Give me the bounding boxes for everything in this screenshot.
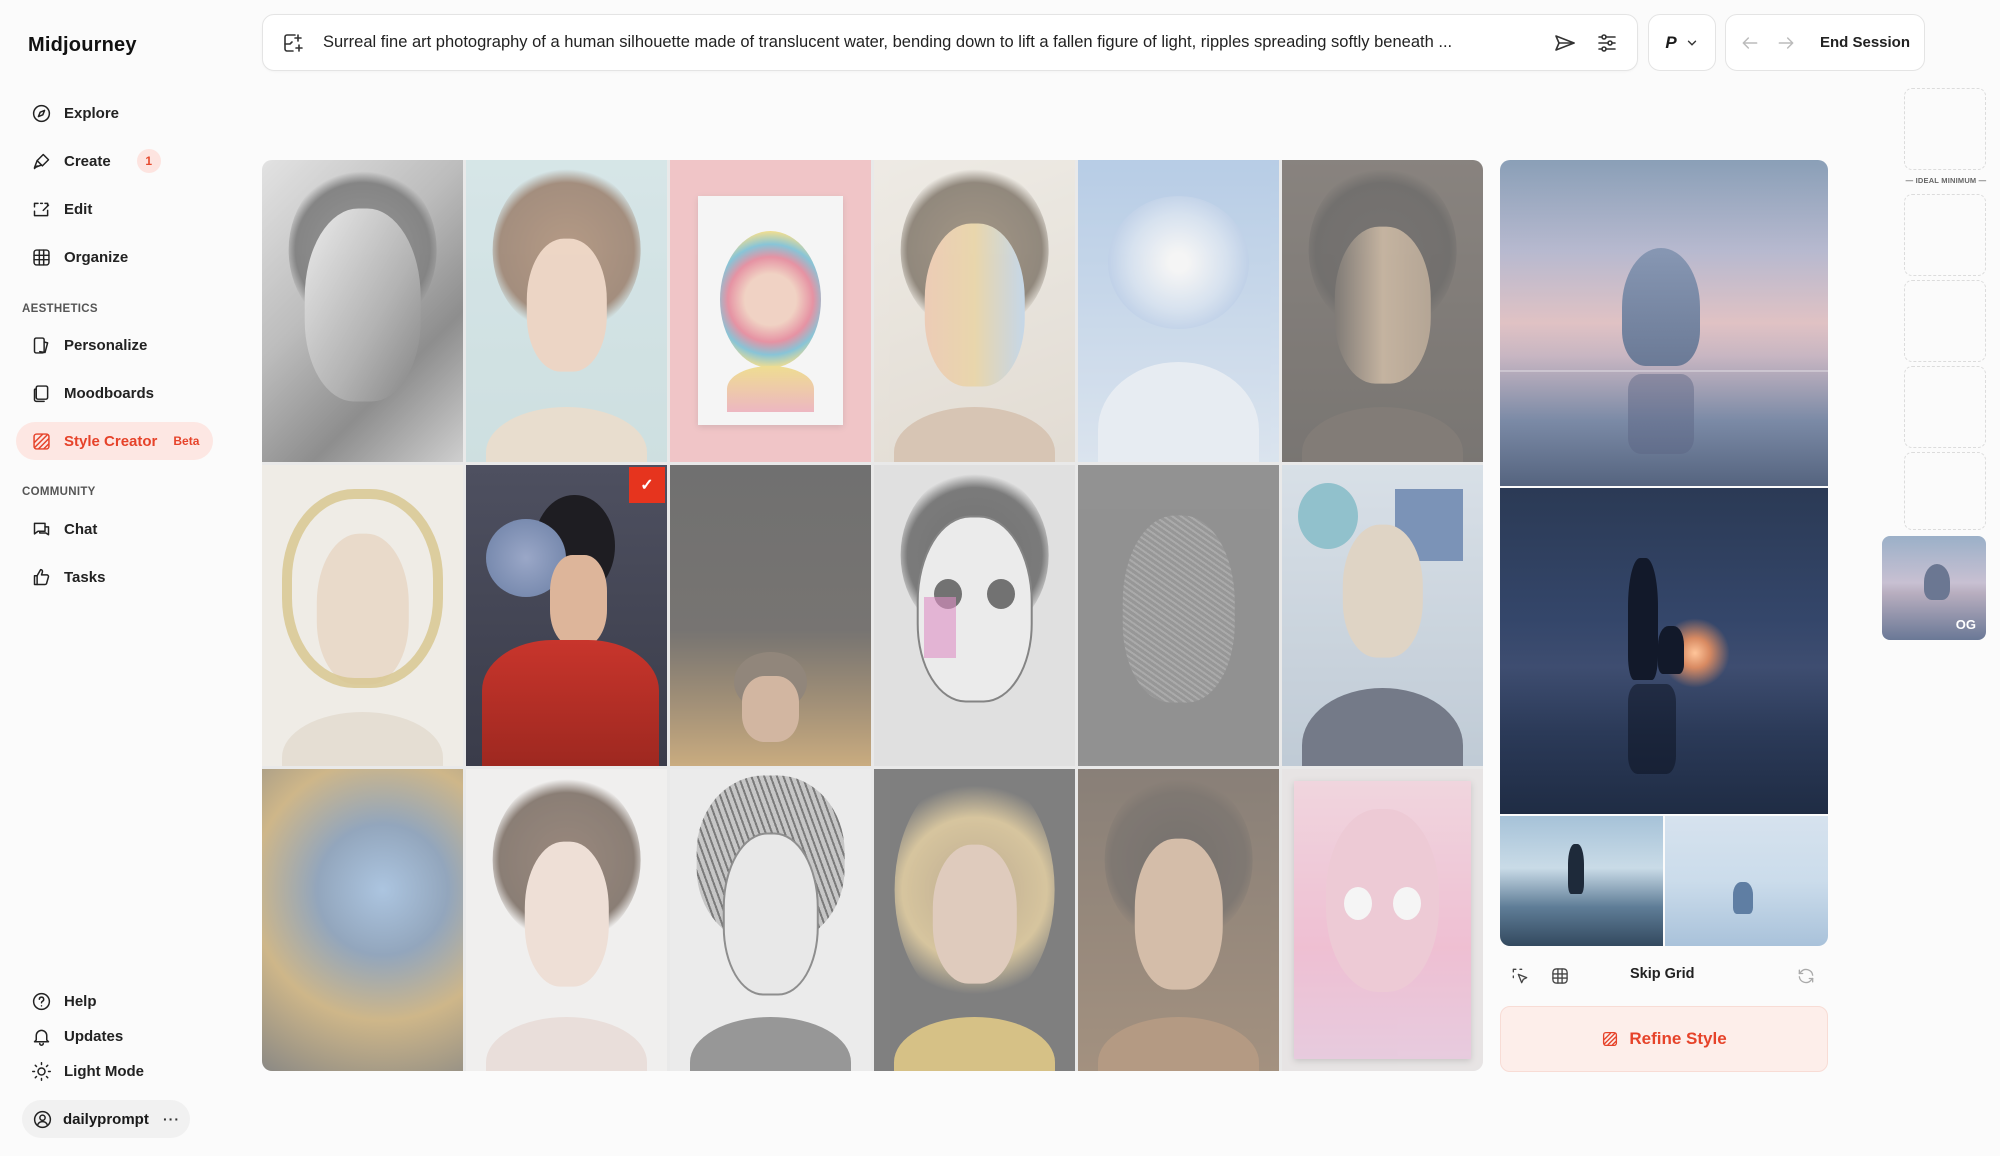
end-session-button[interactable]: End Session bbox=[1820, 34, 1910, 51]
sun-icon bbox=[30, 1060, 52, 1082]
refresh-icon[interactable] bbox=[1796, 966, 1816, 986]
sidebar-item-create[interactable]: Create 1 bbox=[16, 142, 175, 180]
sidebar-item-label: Help bbox=[64, 992, 97, 1010]
empty-slot[interactable] bbox=[1904, 280, 1986, 362]
grid-image[interactable] bbox=[262, 464, 463, 767]
sidebar-item-label: Organize bbox=[64, 248, 129, 266]
grid-image[interactable] bbox=[1078, 160, 1279, 462]
sidebar-item-explore[interactable]: Explore bbox=[16, 94, 133, 132]
selected-check-icon: ✓ bbox=[629, 466, 665, 503]
preview-image-second[interactable] bbox=[1500, 488, 1828, 814]
image-prompt-icon[interactable] bbox=[281, 31, 305, 55]
grid-image[interactable] bbox=[874, 769, 1075, 1071]
empty-slot[interactable] bbox=[1904, 366, 1986, 448]
sidebar-item-label: Updates bbox=[64, 1027, 124, 1045]
preview-image-third[interactable] bbox=[1500, 816, 1663, 946]
moodboard-icon bbox=[30, 382, 52, 404]
grid-icon bbox=[30, 246, 52, 268]
refine-style-button[interactable]: Refine Style bbox=[1500, 1006, 1828, 1072]
user-avatar-icon bbox=[32, 1109, 53, 1130]
sidebar-item-light-mode[interactable]: Light Mode bbox=[16, 1052, 158, 1090]
sidebar-item-label: Chat bbox=[64, 520, 98, 538]
edit-icon bbox=[30, 198, 52, 220]
style-icon bbox=[1601, 1030, 1619, 1048]
select-cursor-icon[interactable] bbox=[1510, 966, 1530, 986]
ideal-minimum-label: — IDEAL MINIMUM — bbox=[1905, 176, 1987, 185]
empty-slot[interactable] bbox=[1904, 194, 1986, 276]
sidebar-item-help[interactable]: Help bbox=[16, 982, 111, 1020]
personalization-label: P bbox=[1665, 32, 1677, 52]
aesthetics-section-label: AESTHETICS bbox=[22, 303, 98, 315]
sidebar-item-label: Create bbox=[64, 152, 111, 170]
personalize-icon bbox=[30, 334, 52, 356]
og-thumbnail[interactable]: OG bbox=[1882, 536, 1986, 640]
grid-image[interactable] bbox=[1282, 464, 1483, 767]
sidebar-item-label: Tasks bbox=[64, 568, 106, 586]
app-logo[interactable]: Midjourney bbox=[28, 34, 137, 57]
empty-slot[interactable] bbox=[1904, 88, 1986, 170]
grid-image[interactable] bbox=[466, 160, 667, 462]
more-options-button[interactable]: ··· bbox=[163, 1111, 180, 1127]
compass-icon bbox=[30, 102, 52, 124]
sidebar-item-moodboards[interactable]: Moodboards bbox=[16, 374, 168, 412]
chevron-down-icon bbox=[1685, 36, 1699, 50]
sidebar-item-label: Moodboards bbox=[64, 384, 154, 402]
sidebar-item-tasks[interactable]: Tasks bbox=[16, 558, 119, 596]
brush-icon bbox=[30, 150, 52, 172]
personalization-dropdown[interactable]: P bbox=[1648, 14, 1716, 71]
preview-controls: Skip Grid bbox=[1500, 962, 1828, 990]
username: dailyprompt bbox=[63, 1110, 149, 1128]
send-icon[interactable] bbox=[1553, 31, 1577, 55]
sidebar-item-personalize[interactable]: Personalize bbox=[16, 326, 161, 364]
grid-image[interactable] bbox=[874, 464, 1075, 767]
sidebar-item-updates[interactable]: Updates bbox=[16, 1017, 137, 1055]
grid-image[interactable] bbox=[670, 464, 871, 767]
help-icon bbox=[30, 990, 52, 1012]
settings-sliders-icon[interactable] bbox=[1595, 31, 1619, 55]
grid-image[interactable] bbox=[1078, 769, 1279, 1071]
style-image-grid: ✓ bbox=[262, 160, 1483, 1071]
session-controls: End Session bbox=[1725, 14, 1925, 71]
refine-style-label: Refine Style bbox=[1629, 1029, 1727, 1048]
grid-image[interactable] bbox=[670, 769, 871, 1071]
grid-image[interactable] bbox=[670, 160, 871, 462]
sidebar-item-organize[interactable]: Organize bbox=[16, 238, 142, 276]
sidebar-item-label: Personalize bbox=[64, 336, 148, 354]
create-count-badge: 1 bbox=[136, 149, 161, 173]
community-section-label: COMMUNITY bbox=[22, 486, 96, 498]
grid-image[interactable] bbox=[262, 160, 463, 462]
style-icon bbox=[30, 430, 52, 452]
grid-image[interactable] bbox=[1282, 769, 1483, 1071]
back-arrow-icon[interactable] bbox=[1740, 33, 1760, 53]
grid-image[interactable] bbox=[262, 769, 463, 1071]
grid-image[interactable] bbox=[874, 160, 1075, 462]
preview-image-large[interactable] bbox=[1500, 160, 1828, 486]
skip-grid-button[interactable]: Skip Grid bbox=[1630, 966, 1694, 982]
sidebar-item-label: Style Creator bbox=[64, 432, 158, 450]
beta-tag: Beta bbox=[173, 434, 200, 448]
grid-image-selected[interactable]: ✓ bbox=[466, 464, 667, 767]
prompt-bar[interactable]: Surreal fine art photography of a human … bbox=[262, 14, 1638, 71]
og-label: OG bbox=[1955, 617, 1976, 632]
empty-slot[interactable] bbox=[1904, 452, 1986, 530]
sidebar-item-label: Light Mode bbox=[64, 1062, 144, 1080]
sidebar-item-label: Edit bbox=[64, 200, 93, 218]
sidebar-item-style-creator[interactable]: Style Creator Beta bbox=[16, 422, 214, 460]
preview-image-fourth[interactable] bbox=[1665, 816, 1828, 946]
sidebar-item-chat[interactable]: Chat bbox=[16, 510, 111, 548]
grid-image[interactable] bbox=[1282, 160, 1483, 462]
sidebar-item-edit[interactable]: Edit bbox=[16, 190, 106, 228]
grid-image[interactable] bbox=[1078, 464, 1279, 767]
chat-icon bbox=[30, 518, 52, 540]
bell-icon bbox=[30, 1025, 52, 1047]
original-preview-panel bbox=[1500, 160, 1828, 946]
forward-arrow-icon[interactable] bbox=[1776, 33, 1796, 53]
prompt-text[interactable]: Surreal fine art photography of a human … bbox=[323, 33, 1533, 52]
user-menu[interactable]: dailyprompt ··· bbox=[22, 1100, 190, 1138]
grid-view-icon[interactable] bbox=[1550, 966, 1570, 986]
grid-image[interactable] bbox=[466, 769, 667, 1071]
sidebar-item-label: Explore bbox=[64, 104, 120, 122]
thumbs-up-icon bbox=[30, 566, 52, 588]
sidebar: Midjourney Explore Create 1 Edit Organiz… bbox=[0, 0, 230, 1156]
